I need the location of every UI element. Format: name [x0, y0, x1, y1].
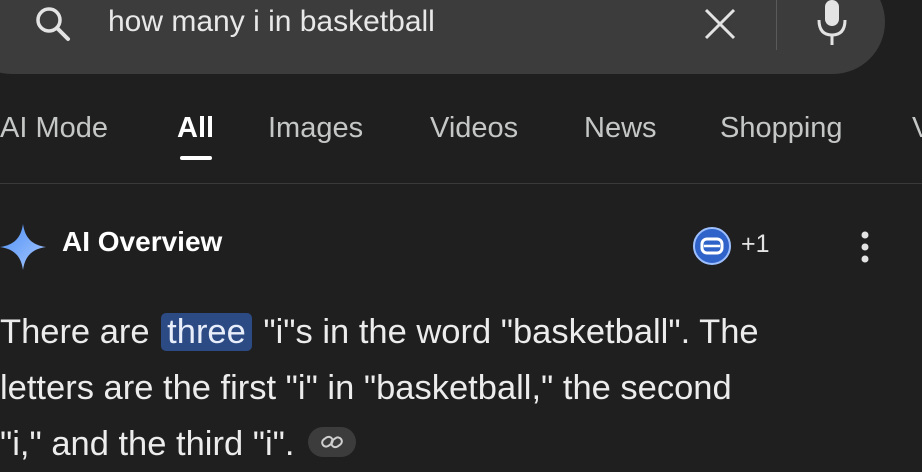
answer-line-1: There are three "i"s in the word "basket… — [0, 304, 922, 360]
tabs-divider — [0, 183, 922, 184]
answer-line-2: letters are the first "i" in "basketball… — [0, 369, 732, 407]
tab-news[interactable]: News — [584, 112, 657, 145]
search-divider — [776, 0, 777, 50]
tab-all[interactable]: All — [177, 112, 214, 145]
answer-highlight: three — [161, 313, 252, 351]
answer-line-3: "i," and the third "i". — [0, 416, 922, 472]
answer-text: "i"s in the word "basketball". The — [253, 313, 759, 351]
answer-text: There are — [0, 313, 160, 351]
close-icon[interactable] — [700, 4, 740, 44]
source-favicon-icon[interactable] — [692, 226, 732, 266]
search-icon[interactable] — [32, 3, 76, 47]
tab-images[interactable]: Images — [268, 112, 363, 145]
ai-overview-title: AI Overview — [62, 226, 223, 257]
ai-overview-answer: There are three "i"s in the word "basket… — [0, 304, 922, 472]
tab-overflow[interactable]: V — [912, 112, 922, 145]
answer-text: "i," and the third "i". — [0, 425, 295, 463]
tab-ai-mode[interactable]: AI Mode — [0, 112, 108, 145]
active-tab-indicator — [180, 156, 212, 160]
mic-icon[interactable] — [810, 0, 854, 50]
search-tabs: AI Mode All Images Videos News Shopping … — [0, 108, 922, 168]
tab-videos[interactable]: Videos — [430, 112, 518, 145]
link-icon — [321, 435, 344, 449]
search-input[interactable]: how many i in basketball — [108, 5, 435, 39]
sparkle-icon — [0, 224, 46, 270]
tab-shopping[interactable]: Shopping — [720, 112, 843, 145]
more-vert-icon[interactable] — [855, 229, 875, 265]
source-count[interactable]: +1 — [741, 230, 770, 259]
source-link-button[interactable] — [308, 426, 357, 457]
